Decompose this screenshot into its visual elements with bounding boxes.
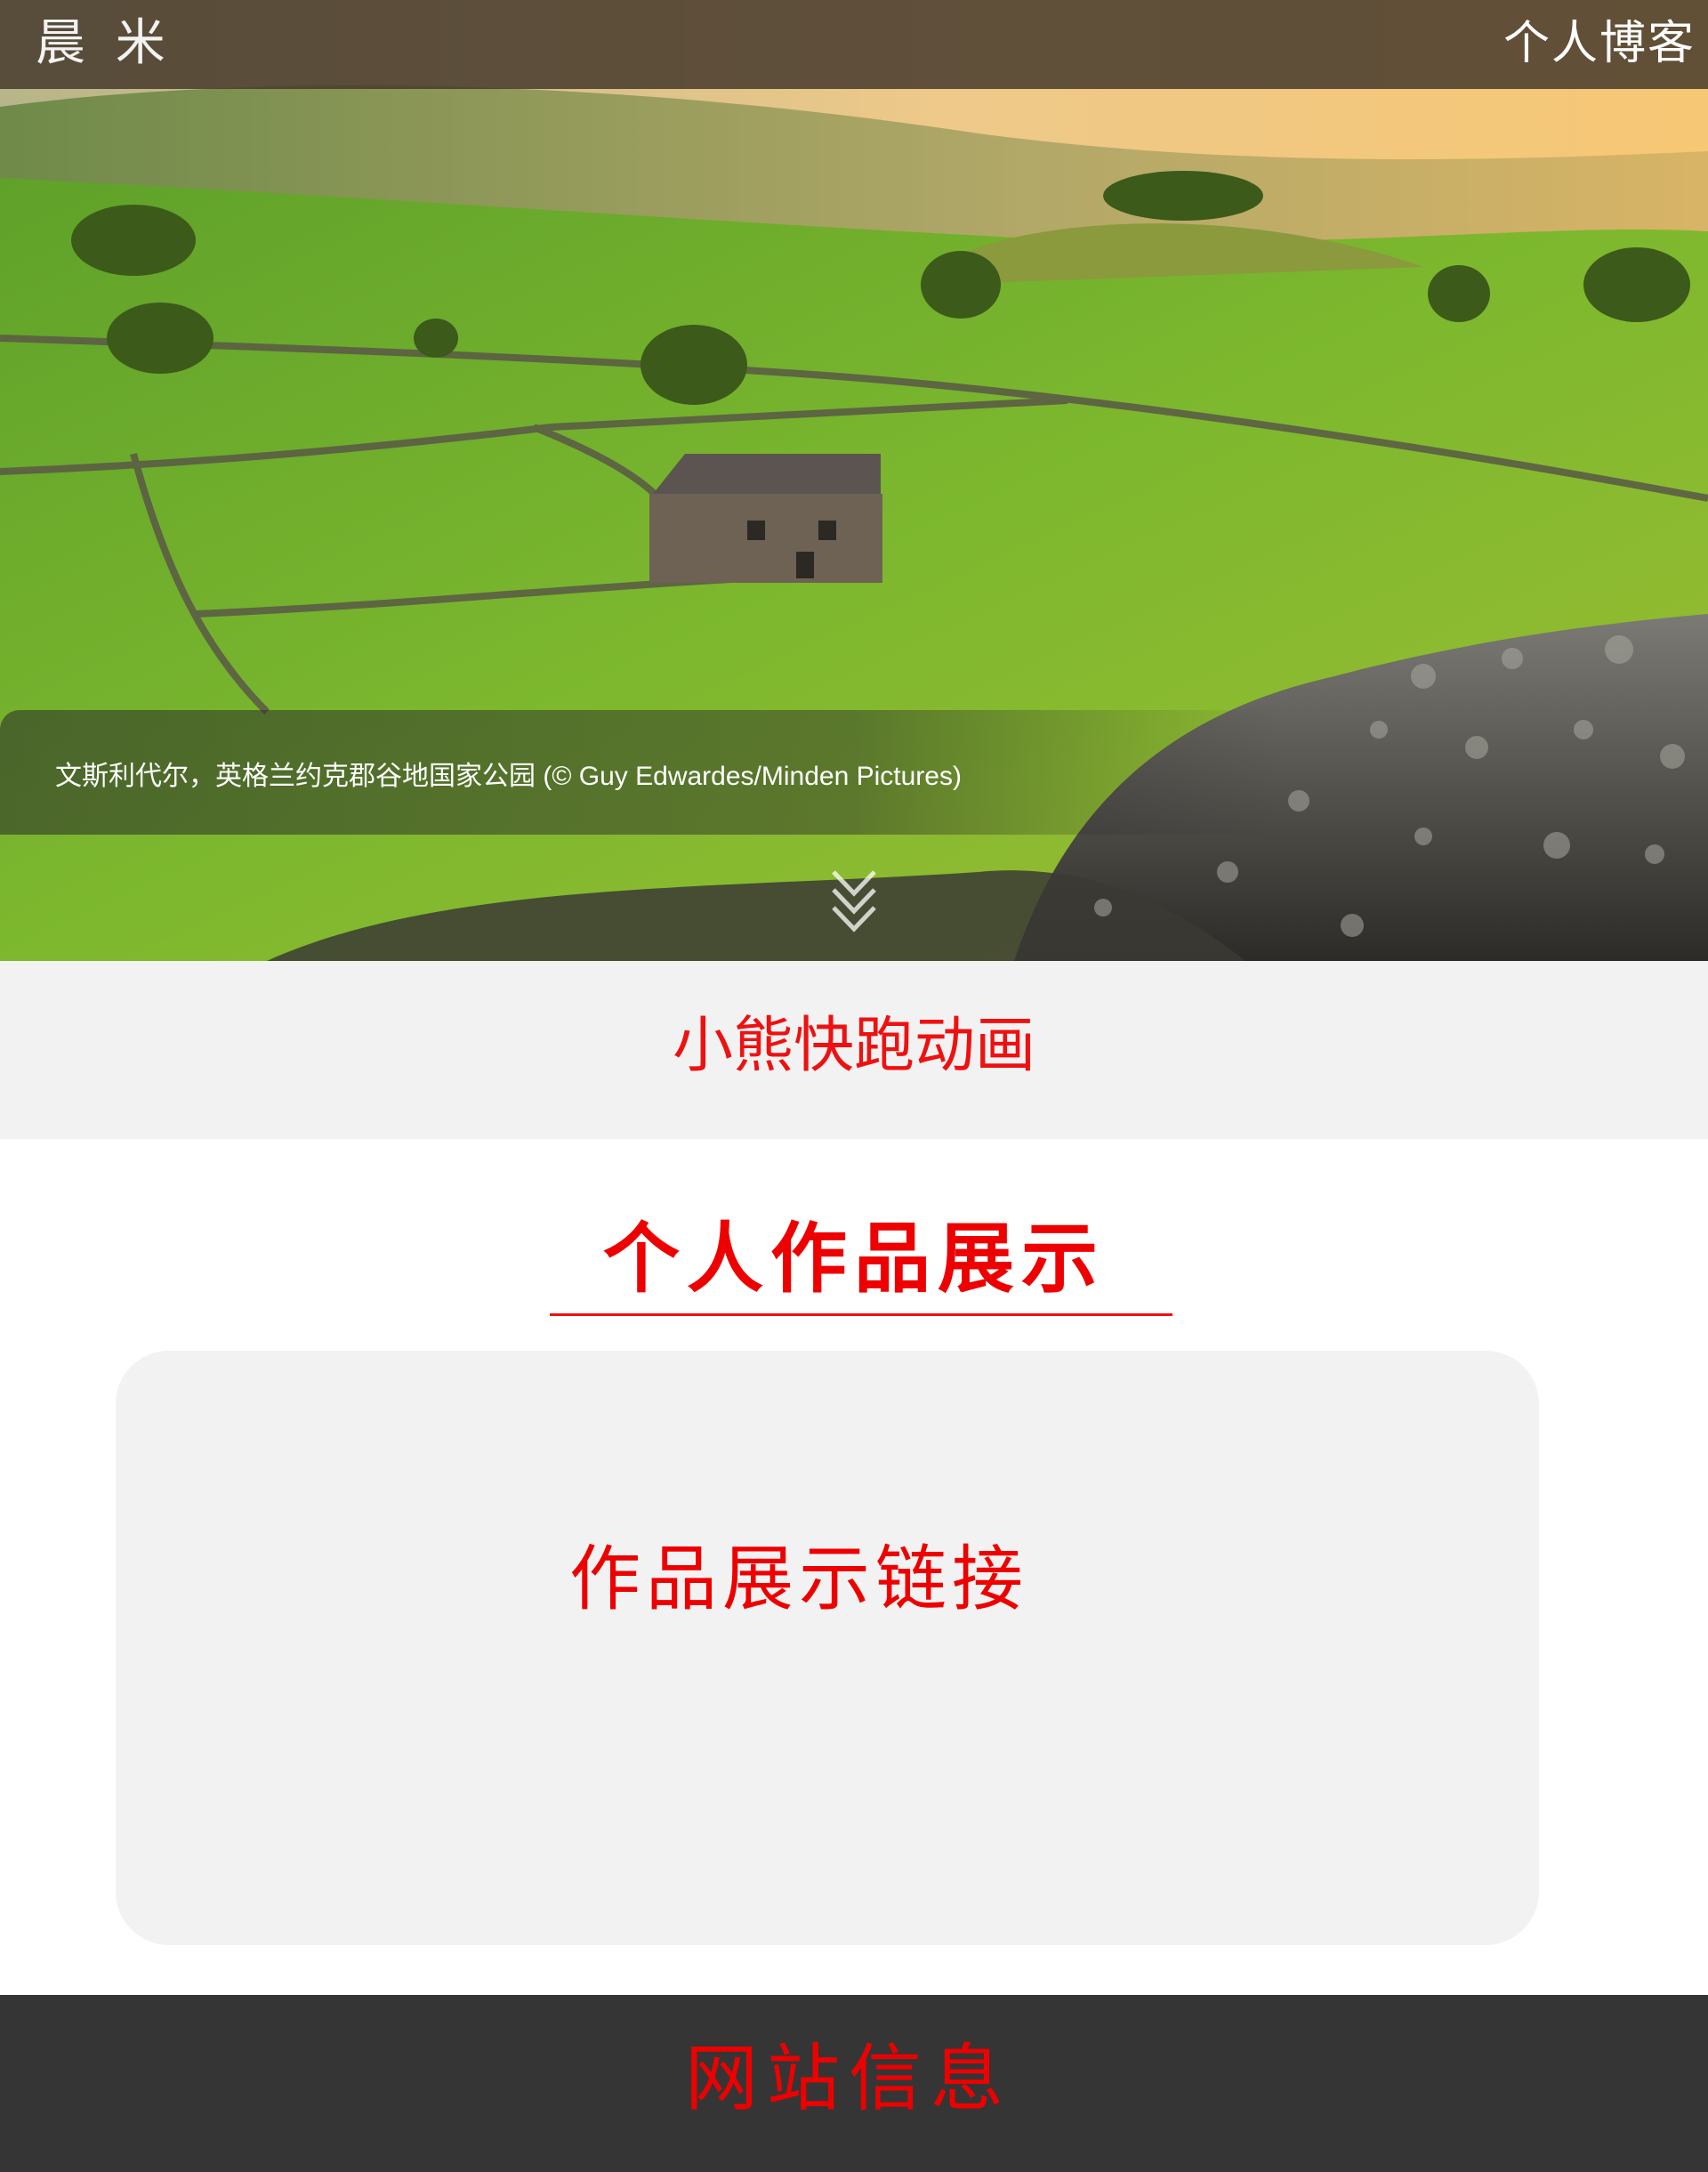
works-section-heading: 个人作品展示: [603, 1214, 1105, 1304]
footer-site-info-title: 网站信息: [685, 2037, 1013, 2121]
bear-animation-section: 小熊快跑动画: [0, 961, 1708, 1139]
hero-banner: 晨 米 个人博客 文斯利代尔，英格兰约克郡谷地国家公园 (© Guy Edwar…: [0, 0, 1708, 961]
heading-underline-divider: [550, 1313, 1172, 1316]
double-chevron-down-icon[interactable]: [830, 865, 878, 936]
site-brand-logo[interactable]: 晨 米: [36, 12, 173, 75]
personal-blog-link[interactable]: 个人博客: [1503, 12, 1696, 75]
works-showcase-card: 作品展示链接: [116, 1351, 1539, 1945]
site-footer: 网站信息: [0, 1995, 1708, 2172]
top-navigation-bar: 晨 米 个人博客: [0, 0, 1708, 89]
works-showcase-link[interactable]: 作品展示链接: [569, 1530, 1028, 1628]
bear-animation-title: 小熊快跑动画: [672, 1011, 1035, 1081]
hero-image-caption: 文斯利代尔，英格兰约克郡谷地国家公园 (© Guy Edwardes/Minde…: [55, 762, 962, 791]
